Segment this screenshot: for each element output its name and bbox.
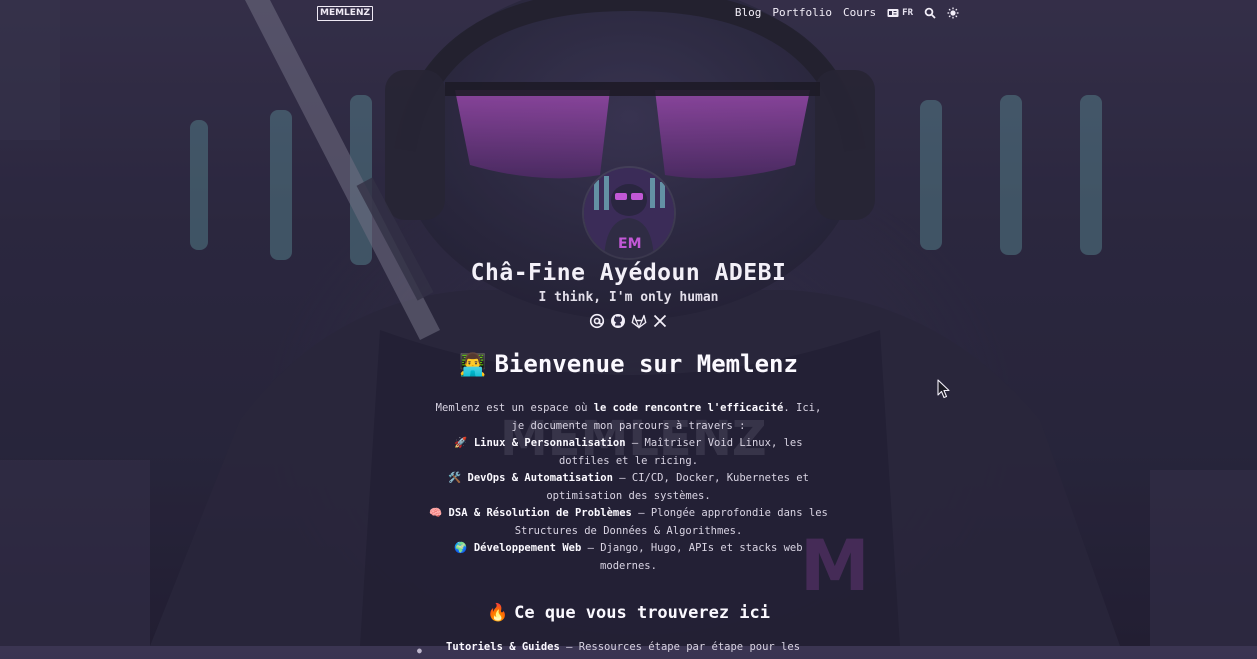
profile-tagline: I think, I'm only human	[538, 290, 719, 305]
welcome-title: Bienvenue sur Memlenz	[494, 350, 798, 378]
theme-toggle-sun-icon[interactable]	[947, 7, 959, 19]
topic-linux: 🚀 Linux & Personnalisation – Maîtriser V…	[454, 437, 803, 467]
search-icon[interactable]	[924, 7, 936, 19]
welcome-emoji: 👨‍💻	[459, 353, 487, 378]
list-item-text: – Ressources étape par étape pour les	[559, 641, 801, 653]
section-heading: 🔥 Ce que vous trouverez ici	[0, 603, 1257, 623]
fire-emoji: 🔥	[486, 603, 509, 623]
profile-hero: EM Châ-Fine Ayédoun ADEBI I think, I'm o…	[0, 168, 1257, 329]
github-icon[interactable]	[610, 313, 626, 329]
section-title: Ce que vous trouverez ici	[514, 603, 771, 623]
welcome-heading: 👨‍💻 Bienvenue sur Memlenz	[0, 350, 1257, 378]
social-links	[0, 313, 1257, 329]
language-switcher[interactable]: FR	[887, 7, 913, 19]
topic-devops: 🛠️ DevOps & Automatisation – CI/CD, Dock…	[448, 472, 809, 502]
avatar: EM	[583, 168, 674, 258]
email-at-icon[interactable]	[589, 313, 605, 329]
profile-name: Châ-Fine Ayédoun ADEBI	[470, 260, 787, 286]
intro-text: Memlenz est un espace où	[435, 402, 594, 414]
list-item-bold: Tutoriels & Guides	[446, 641, 560, 653]
svg-text:EM: EM	[618, 236, 642, 252]
main-content: 👨‍💻 Bienvenue sur Memlenz Memlenz est un …	[0, 350, 1257, 656]
nav-portfolio-link[interactable]: Portfolio	[772, 6, 832, 19]
nav-cours-link[interactable]: Cours	[843, 6, 876, 19]
language-icon	[887, 8, 899, 17]
intro-bold: le code rencontre l'efficacité	[593, 402, 784, 414]
top-navigation: MEMLENZ Blog Portfolio Cours FR	[0, 0, 1257, 26]
welcome-intro: Memlenz est un espace où le code rencont…	[429, 400, 829, 575]
topic-web: 🌍 Développement Web – Django, Hugo, APIs…	[454, 542, 803, 572]
list-item: ● Tutoriels & Guides – Ressources étape …	[411, 639, 846, 656]
bullet-icon: ●	[417, 646, 422, 655]
x-twitter-icon[interactable]	[652, 313, 668, 329]
mouse-cursor-icon	[937, 379, 950, 399]
topic-dsa: 🧠 DSA & Résolution de Problèmes – Plongé…	[429, 507, 828, 537]
site-logo[interactable]: MEMLENZ	[317, 6, 374, 21]
gitlab-icon[interactable]	[631, 313, 647, 329]
nav-blog-link[interactable]: Blog	[735, 6, 762, 19]
avatar-illustration: EM	[583, 168, 674, 258]
language-label: FR	[902, 7, 913, 18]
main-nav: Blog Portfolio Cours FR	[735, 6, 959, 19]
